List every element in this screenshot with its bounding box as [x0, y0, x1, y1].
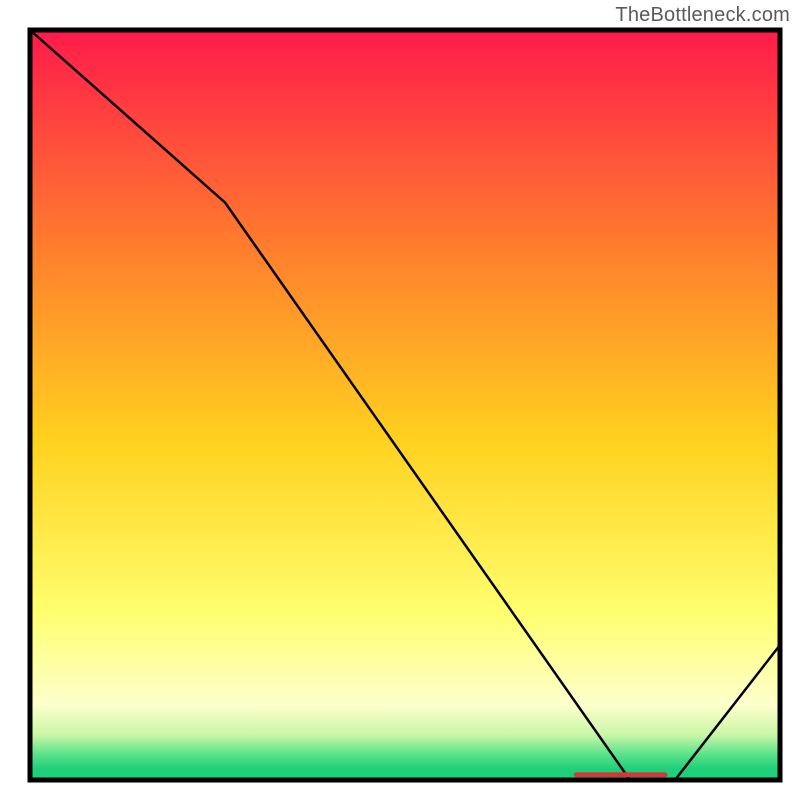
bottleneck-chart: [0, 0, 800, 800]
chart-container: TheBottleneck.com: [0, 0, 800, 800]
optimal-range-marker: [574, 772, 668, 777]
plot-background: [30, 30, 780, 780]
